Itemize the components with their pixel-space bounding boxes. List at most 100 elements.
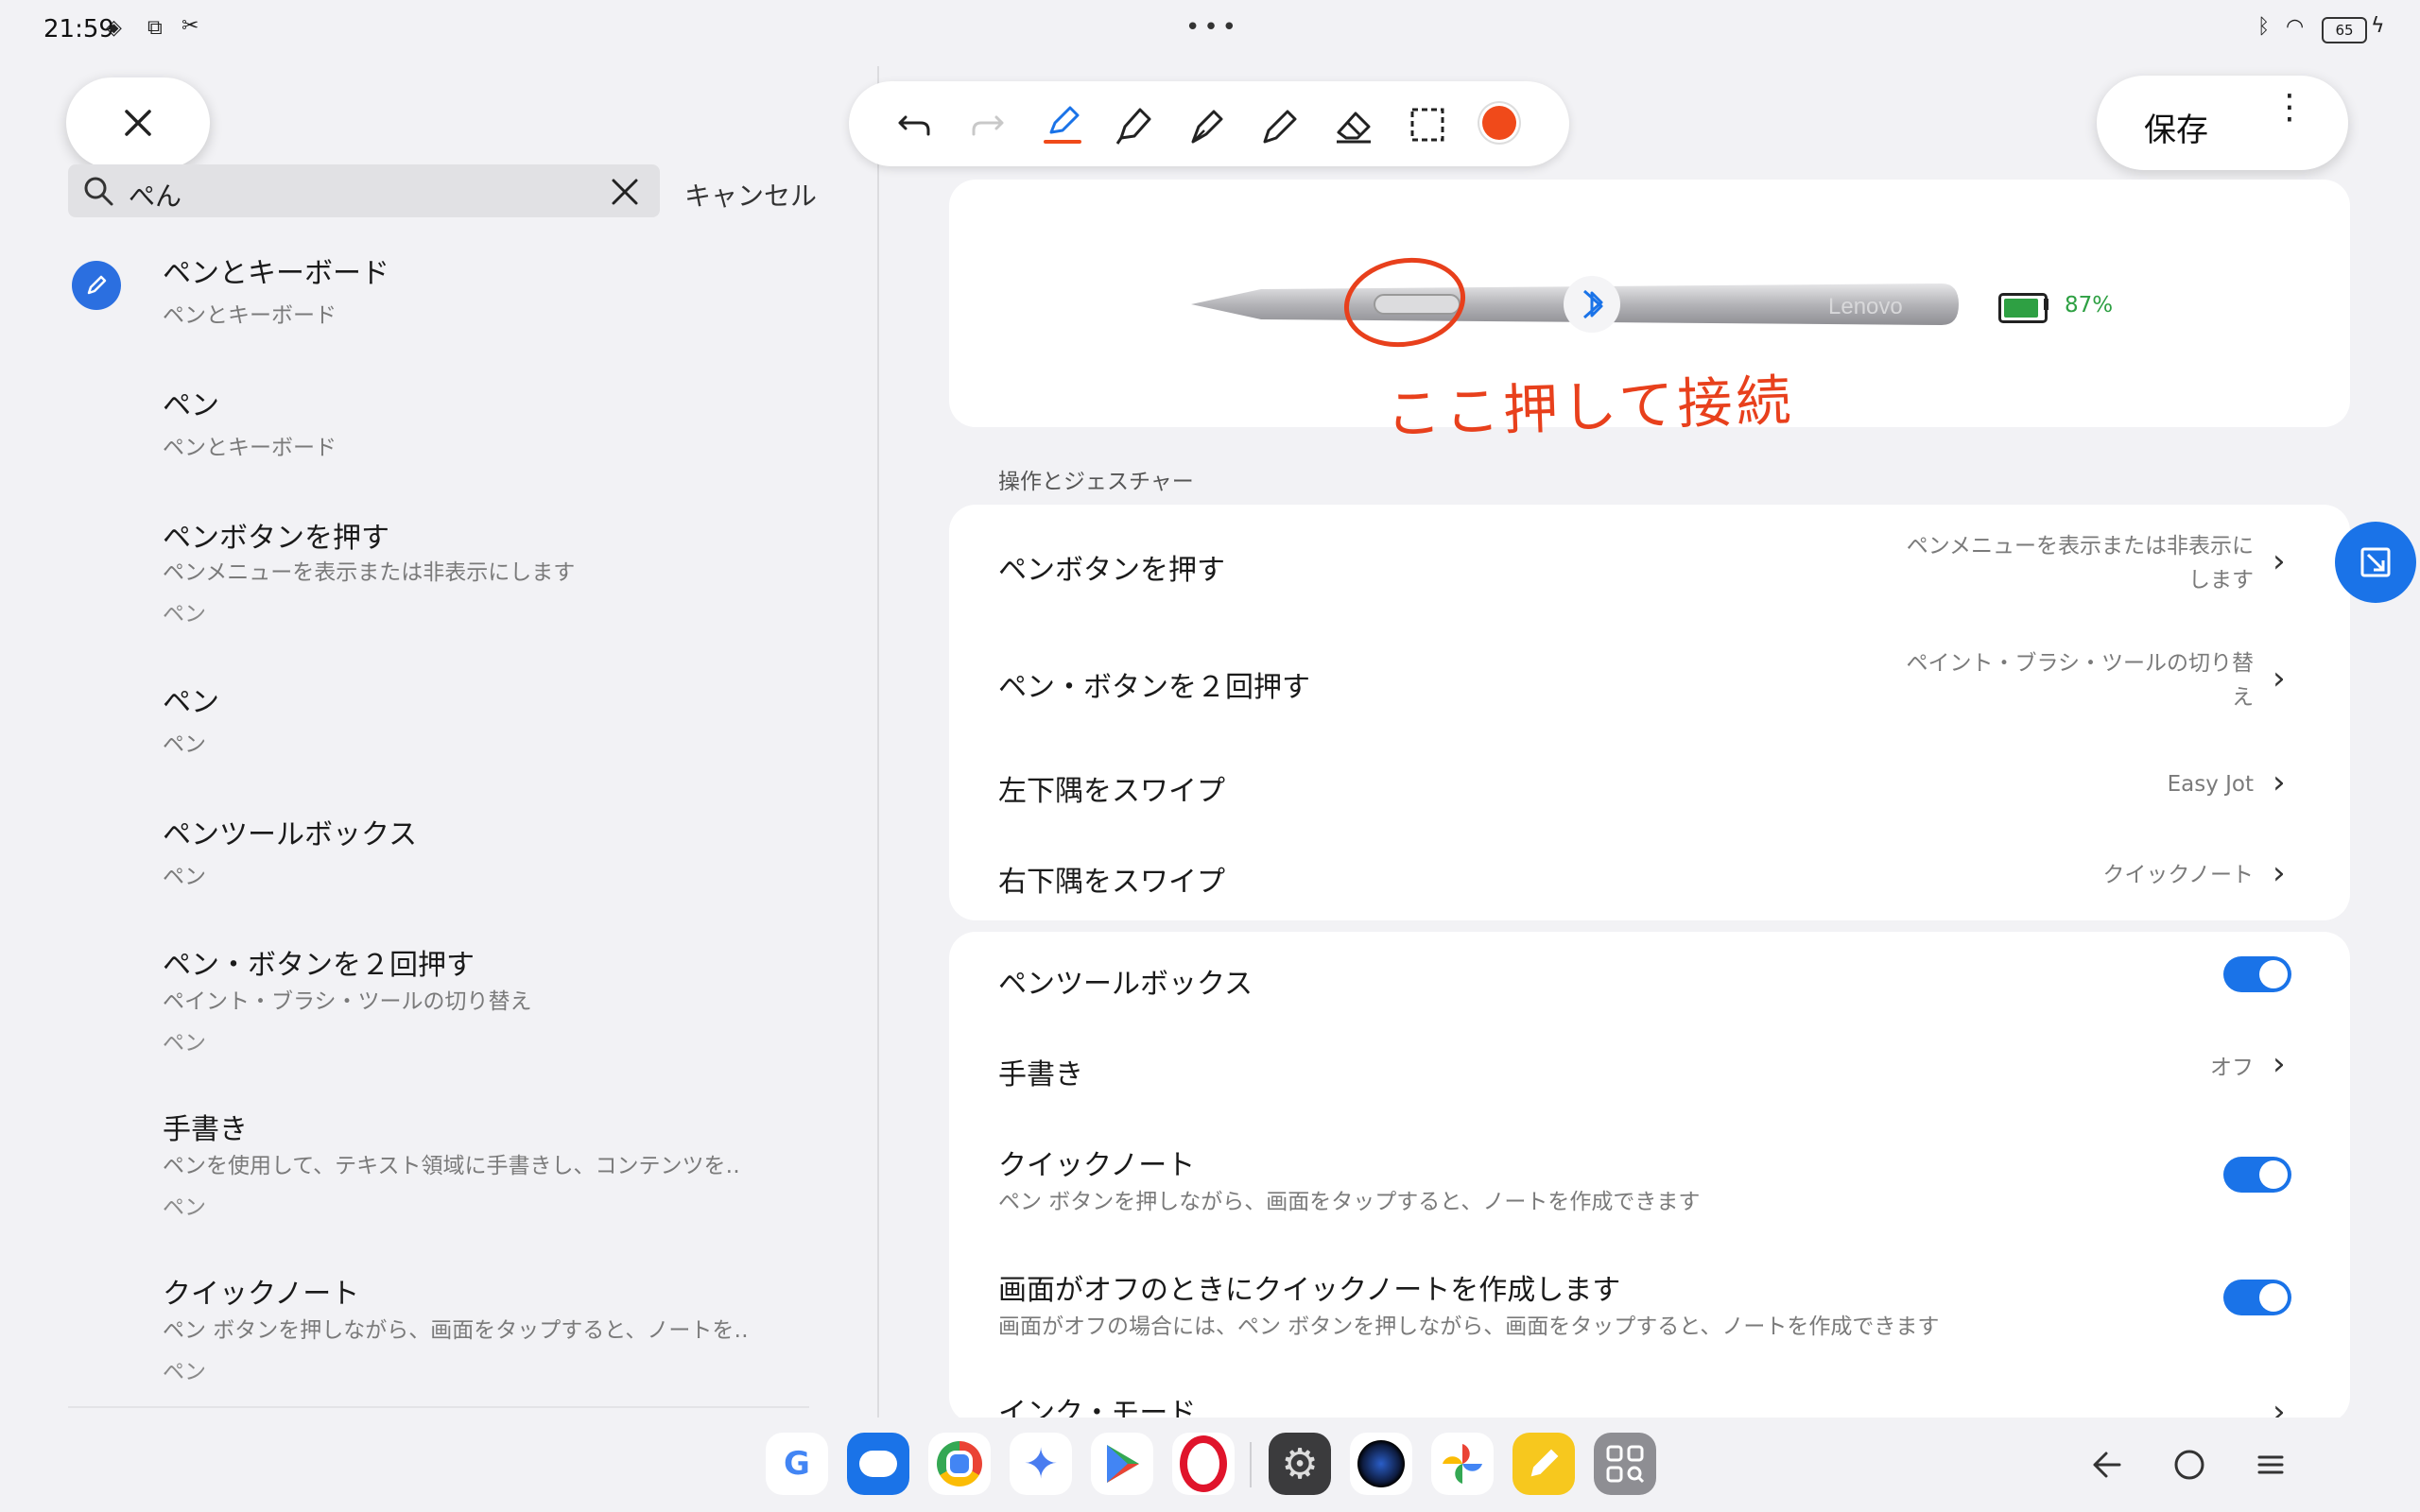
recents-nav-icon[interactable] — [2252, 1446, 2290, 1484]
row-title: ペンボタンを押す — [998, 554, 1225, 587]
save-button[interactable]: 保存 — [2144, 104, 2208, 150]
result-title: ペンツールボックス — [163, 818, 418, 851]
pen-toolbox-toggle[interactable] — [2223, 956, 2291, 992]
row-value: オフ — [2210, 1056, 2254, 1080]
result-subtitle: ペン — [163, 732, 206, 757]
section-header: 操作とジェスチャー — [998, 470, 1194, 494]
result-title: ペン・ボタンを２回押す — [163, 949, 475, 982]
undo-icon[interactable] — [894, 104, 936, 146]
result-path: ペン — [163, 1195, 206, 1220]
result-path: ペン — [163, 602, 206, 627]
messages-icon[interactable] — [847, 1433, 909, 1495]
pen-battery-cap — [2044, 299, 2048, 310]
back-nav-icon[interactable] — [2087, 1446, 2125, 1484]
screen-off-note-toggle[interactable] — [2223, 1280, 2291, 1315]
row-value-line: します — [2188, 568, 2254, 593]
result-subtitle: ペイント・ブラシ・ツールの切り替え — [163, 989, 532, 1014]
result-title: ペンとキーボード — [163, 257, 389, 290]
result-subtitle: ペン — [163, 865, 206, 889]
google-icon[interactable]: G — [766, 1433, 828, 1495]
row-title: ペンツールボックス — [998, 968, 1253, 1001]
row-value-line: ペイント・ブラシ・ツールの切り替 — [1906, 651, 2254, 676]
status-time: 21:59 — [43, 15, 114, 43]
opera-icon[interactable] — [1172, 1433, 1235, 1495]
result-subtitle: ペンとキーボード — [163, 303, 337, 328]
result-path: ペン — [163, 1360, 206, 1384]
svg-text:Lenovo: Lenovo — [1828, 294, 1903, 319]
cancel-button[interactable]: キャンセル — [684, 176, 817, 214]
row-value: Easy Jot — [2167, 772, 2254, 797]
result-title: ペン — [163, 389, 219, 422]
chevron-right-icon: › — [2273, 660, 2286, 697]
row-title: ペン・ボタンを２回押す — [998, 671, 1310, 704]
search-query[interactable]: ぺん — [129, 176, 182, 214]
chevron-right-icon: › — [2273, 542, 2286, 580]
wifi-icon: ◠ — [2286, 15, 2305, 39]
notes-icon[interactable] — [1512, 1433, 1575, 1495]
quick-note-toggle[interactable] — [2223, 1157, 2291, 1193]
pen-battery-level: 87% — [2065, 293, 2114, 318]
color-picker-icon[interactable] — [1482, 106, 1516, 140]
marker-tool-icon[interactable] — [1112, 100, 1157, 147]
resize-window-icon — [2360, 547, 2391, 577]
save-menu-pill — [2097, 76, 2348, 170]
result-title: ペン — [163, 686, 219, 719]
result-title: クイックノート — [163, 1278, 360, 1311]
camera-icon[interactable] — [1350, 1433, 1412, 1495]
row-subtitle: 画面がオフの場合には、ペン ボタンを押しながら、画面をタップすると、ノートを作成… — [998, 1314, 1940, 1339]
eraser-tool-icon[interactable] — [1331, 100, 1376, 147]
home-nav-icon[interactable] — [2170, 1446, 2208, 1484]
bluetooth-icon: ᛒ — [2257, 15, 2271, 39]
row-title: 右下隅をスワイプ — [998, 866, 1225, 899]
battery-level: 65 — [2335, 22, 2354, 39]
panel-divider — [877, 66, 879, 1418]
multiwindow-dots-icon[interactable]: ••• — [1185, 13, 1240, 42]
battery-icon: 65 — [2322, 17, 2367, 43]
search-icon — [84, 177, 113, 206]
floating-edit-button[interactable] — [2335, 522, 2416, 603]
app-drawer-icon[interactable] — [1594, 1433, 1656, 1495]
capcut-icon: ✂ — [182, 14, 199, 38]
gemini-icon[interactable]: ✦ — [1010, 1433, 1072, 1495]
row-title: 画面がオフのときにクイックノートを作成します — [998, 1274, 1621, 1307]
close-button[interactable] — [66, 77, 210, 168]
redo-icon[interactable] — [966, 104, 1008, 146]
fountain-pen-tool-icon[interactable] — [1185, 100, 1231, 147]
pencil-tool-icon[interactable] — [1257, 100, 1303, 147]
screen-record-icon: ⧉ — [147, 16, 163, 40]
result-subtitle: ペンを使用して、テキスト領域に手書きし、コンテンツを‥ — [163, 1154, 740, 1178]
row-value: クイックノート — [2102, 863, 2254, 887]
play-store-icon[interactable] — [1091, 1433, 1153, 1495]
row-value-line: ペンメニューを表示または非表示に — [1906, 534, 2254, 558]
chrome-icon[interactable] — [928, 1433, 991, 1495]
row-title: 左下隅をスワイプ — [998, 775, 1225, 808]
result-title: ペンボタンを押す — [163, 522, 389, 555]
close-icon — [125, 110, 151, 136]
row-value-line: え — [2232, 685, 2254, 710]
pen-illustration: Lenovo — [1191, 257, 1959, 348]
lasso-select-icon[interactable] — [1407, 104, 1448, 146]
row-title: クイックノート — [998, 1149, 1196, 1182]
vpn-icon: ◈ — [106, 16, 122, 40]
charging-icon: ϟ — [2371, 14, 2385, 38]
result-subtitle: ペンとキーボード — [163, 436, 337, 460]
photos-icon[interactable] — [1431, 1433, 1494, 1495]
result-subtitle: ペンメニューを表示または非表示にします — [163, 560, 576, 585]
result-title: 手書き — [163, 1113, 248, 1146]
pen-keyboard-icon — [72, 261, 121, 310]
list-divider — [68, 1406, 809, 1408]
chevron-right-icon: › — [2273, 764, 2286, 801]
row-subtitle: ペン ボタンを押しながら、画面をタップすると、ノートを作成できます — [998, 1190, 1701, 1214]
more-options-icon[interactable]: ⋮ — [2273, 91, 2307, 125]
row-value: ペイント・ブラシ・ツールの切り替え — [1777, 646, 2254, 714]
result-path: ペン — [163, 1031, 206, 1056]
chevron-right-icon: › — [2273, 1045, 2286, 1083]
clear-search-icon[interactable] — [609, 176, 641, 208]
settings-icon[interactable]: ⚙ — [1269, 1433, 1331, 1495]
handwritten-annotation: ここ押して接続 — [1385, 368, 1796, 447]
result-subtitle: ペン ボタンを押しながら、画面をタップすると、ノートを‥ — [163, 1318, 749, 1343]
chevron-right-icon: › — [2273, 854, 2286, 892]
row-value: ペンメニューを表示または非表示にします — [1777, 529, 2254, 597]
highlighter-tool-icon[interactable] — [1040, 100, 1085, 147]
pen-battery-icon — [1998, 293, 2048, 323]
